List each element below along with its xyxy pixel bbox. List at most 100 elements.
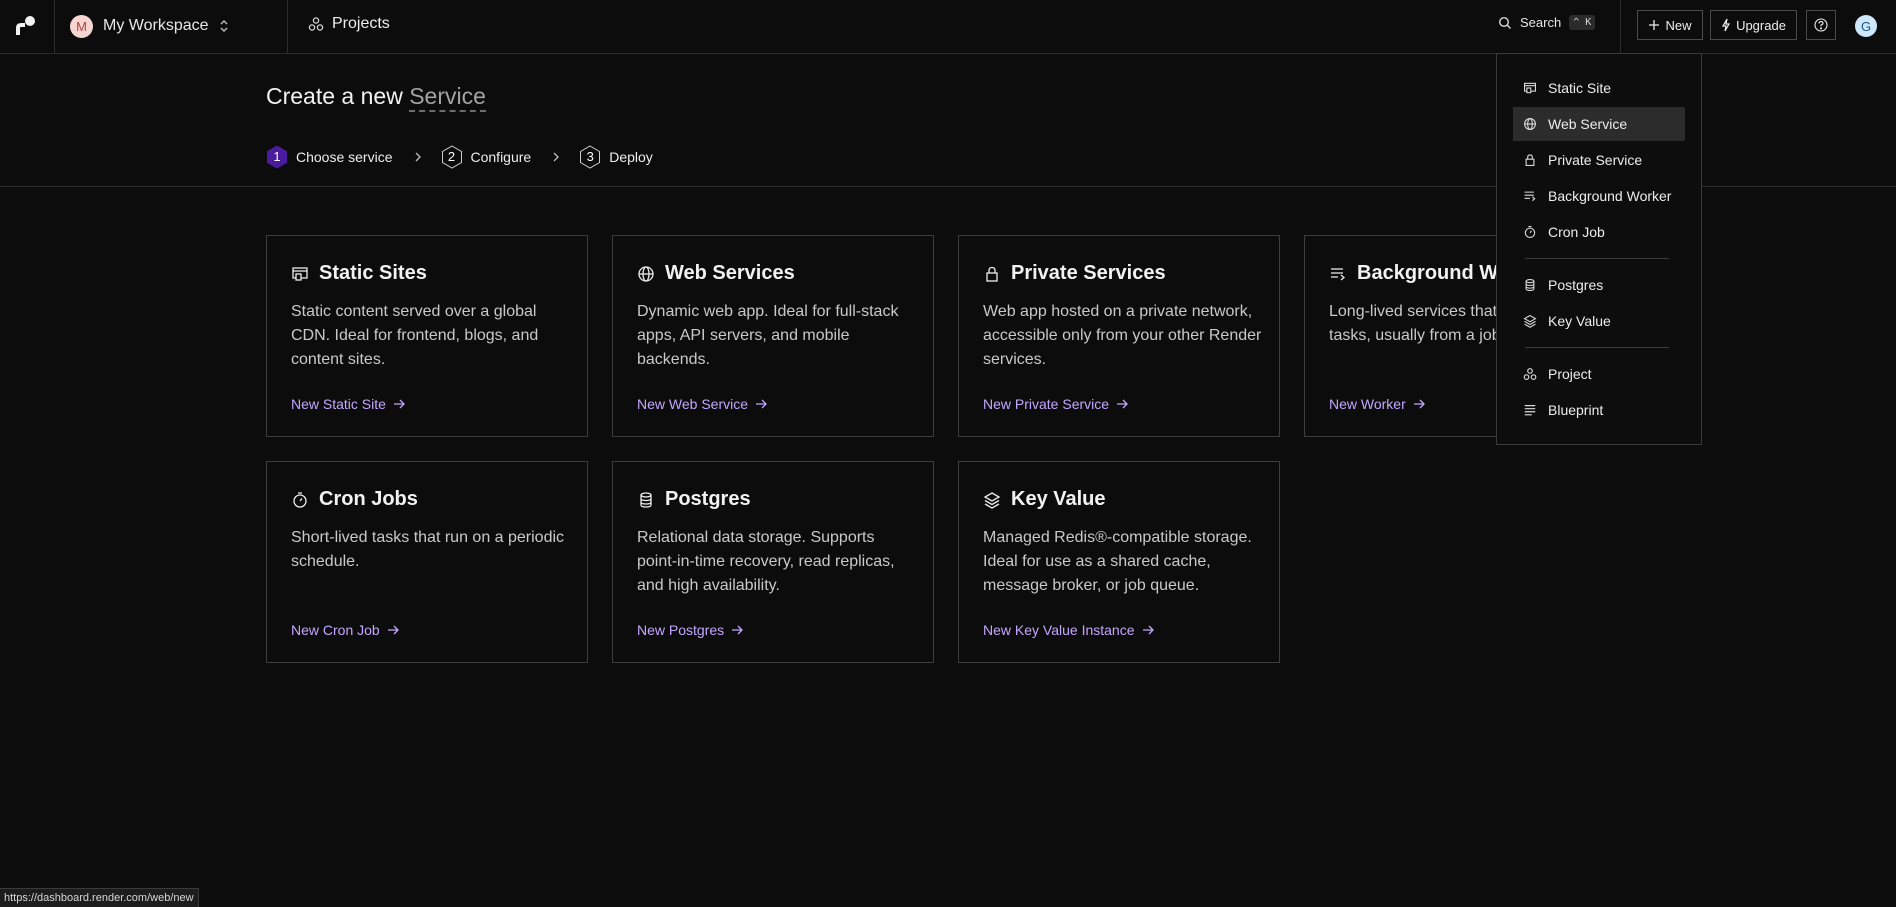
- step-number-badge: 2: [441, 145, 463, 169]
- timer-icon: [291, 491, 309, 509]
- projects-link[interactable]: Projects: [308, 15, 390, 33]
- card-web-services[interactable]: Web Services Dynamic web app. Ideal for …: [612, 235, 934, 437]
- workspace-name: My Workspace: [103, 17, 209, 34]
- background-worker-icon: [1523, 189, 1537, 203]
- arrow-right-icon: [387, 624, 399, 636]
- page-title-accent[interactable]: Service: [409, 83, 486, 112]
- step-configure: 2 Configure: [441, 145, 532, 169]
- card-key-value[interactable]: Key Value Managed Redis®-compatible stor…: [958, 461, 1280, 663]
- top-bar: M My Workspace Projects Search ^ K New U…: [0, 0, 1896, 54]
- arrow-right-icon: [755, 398, 767, 410]
- card-description: Static content served over a global CDN.…: [291, 303, 539, 368]
- card-description: Web app hosted on a private network, acc…: [983, 303, 1262, 368]
- search-icon: [1498, 16, 1512, 30]
- card-postgres[interactable]: Postgres Relational data storage. Suppor…: [612, 461, 934, 663]
- step-label: Choose service: [296, 149, 393, 165]
- arrow-right-icon: [1116, 398, 1128, 410]
- lock-icon: [983, 265, 1001, 283]
- card-cron-jobs[interactable]: Cron Jobs Short-lived tasks that run on …: [266, 461, 588, 663]
- blueprint-icon: [1523, 403, 1537, 417]
- help-button[interactable]: [1806, 10, 1836, 40]
- card-description: Dynamic web app. Ideal for full-stack ap…: [637, 303, 899, 368]
- divider: [54, 0, 55, 53]
- chevron-right-icon: [413, 152, 423, 162]
- timer-icon: [1523, 225, 1537, 239]
- globe-icon: [1523, 117, 1537, 131]
- projects-label: Projects: [332, 15, 390, 32]
- new-worker-link[interactable]: New Worker: [1329, 396, 1425, 412]
- step-deploy: 3 Deploy: [579, 145, 653, 169]
- menu-item-private-service[interactable]: Private Service: [1513, 143, 1685, 177]
- menu-item-postgres[interactable]: Postgres: [1513, 268, 1685, 302]
- step-label: Deploy: [609, 149, 653, 165]
- user-avatar[interactable]: G: [1855, 15, 1877, 37]
- lock-icon: [1523, 153, 1537, 167]
- arrow-right-icon: [1142, 624, 1154, 636]
- stepper: 1 Choose service 2 Configure 3 Deploy: [266, 145, 653, 169]
- step-label: Configure: [470, 149, 532, 165]
- background-worker-icon: [1329, 265, 1347, 283]
- workspace-switcher[interactable]: M My Workspace: [70, 14, 229, 38]
- new-web-service-link[interactable]: New Web Service: [637, 396, 767, 412]
- divider: [1620, 0, 1621, 53]
- card-description: Relational data storage. Supports point-…: [637, 529, 895, 594]
- database-icon: [637, 491, 655, 509]
- project-icon: [308, 16, 324, 32]
- card-private-services[interactable]: Private Services Web app hosted on a pri…: [958, 235, 1280, 437]
- chevron-right-icon: [551, 152, 561, 162]
- step-choose-service: 1 Choose service: [266, 145, 393, 169]
- new-cron-job-link[interactable]: New Cron Job: [291, 622, 399, 638]
- menu-item-key-value[interactable]: Key Value: [1513, 304, 1685, 338]
- question-circle-icon: [1814, 18, 1828, 32]
- upgrade-button[interactable]: Upgrade: [1710, 10, 1797, 40]
- arrow-right-icon: [393, 398, 405, 410]
- workspace-avatar: M: [70, 14, 93, 38]
- card-title: Cron Jobs: [319, 488, 418, 510]
- menu-item-static-site[interactable]: Static Site: [1513, 71, 1685, 105]
- link-preview-url: https://dashboard.render.com/web/new: [0, 888, 199, 907]
- card-title: Web Services: [665, 262, 795, 284]
- step-number-badge: 3: [579, 145, 601, 169]
- arrow-right-icon: [1413, 398, 1425, 410]
- card-static-sites[interactable]: Static Sites Static content served over …: [266, 235, 588, 437]
- card-title: Key Value: [1011, 488, 1106, 510]
- database-icon: [1523, 278, 1537, 292]
- new-static-site-link[interactable]: New Static Site: [291, 396, 405, 412]
- globe-icon: [637, 265, 655, 283]
- arrow-right-icon: [731, 624, 744, 636]
- search-shortcut: ^ K: [1569, 15, 1596, 30]
- chevron-up-down-icon: [219, 19, 229, 33]
- menu-item-background-worker[interactable]: Background Worker: [1513, 179, 1685, 213]
- card-description: Short-lived tasks that run on a periodic…: [291, 529, 565, 570]
- new-button[interactable]: New: [1637, 10, 1703, 40]
- plus-icon: [1648, 19, 1660, 31]
- lightning-icon: [1721, 18, 1731, 32]
- page-title-prefix: Create a new: [266, 83, 403, 109]
- search-label: Search: [1520, 15, 1562, 30]
- new-key-value-link[interactable]: New Key Value Instance: [983, 622, 1154, 638]
- new-label: New: [1665, 17, 1692, 33]
- render-logo-icon[interactable]: [14, 15, 36, 37]
- new-postgres-link[interactable]: New Postgres: [637, 622, 744, 638]
- new-dropdown-menu: Static Site Web Service Private Service …: [1496, 53, 1702, 445]
- menu-item-cron-job[interactable]: Cron Job: [1513, 215, 1685, 249]
- upgrade-label: Upgrade: [1736, 17, 1786, 33]
- step-number-badge: 1: [266, 145, 288, 169]
- page-title: Create a new Service: [266, 83, 486, 112]
- card-title: Static Sites: [319, 262, 427, 284]
- layers-icon: [1523, 314, 1537, 328]
- static-site-icon: [291, 265, 309, 283]
- menu-separator: [1525, 347, 1669, 348]
- menu-item-blueprint[interactable]: Blueprint: [1513, 393, 1685, 427]
- card-title: Private Services: [1011, 262, 1166, 284]
- menu-item-project[interactable]: Project: [1513, 357, 1685, 391]
- static-site-icon: [1523, 81, 1537, 95]
- divider: [287, 0, 288, 53]
- new-private-service-link[interactable]: New Private Service: [983, 396, 1128, 412]
- search-button[interactable]: Search ^ K: [1498, 15, 1596, 30]
- project-icon: [1523, 367, 1537, 381]
- card-title: Postgres: [665, 488, 751, 510]
- card-description: Managed Redis®-compatible storage. Ideal…: [983, 529, 1252, 594]
- menu-item-web-service[interactable]: Web Service: [1513, 107, 1685, 141]
- menu-separator: [1525, 258, 1669, 259]
